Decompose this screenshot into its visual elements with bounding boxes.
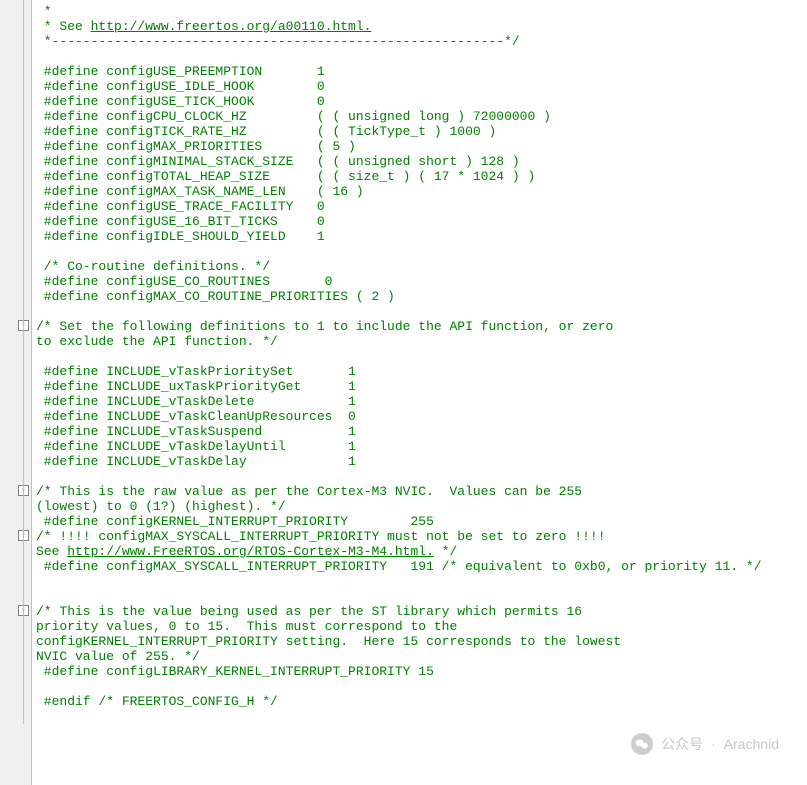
- code-line: #define configKERNEL_INTERRUPT_PRIORITY …: [36, 514, 807, 529]
- code-line: #define configUSE_CO_ROUTINES 0: [36, 274, 807, 289]
- code-gutter: ----: [0, 0, 32, 785]
- code-line: #define configUSE_16_BIT_TICKS 0: [36, 214, 807, 229]
- code-line: #define configCPU_CLOCK_HZ ( ( unsigned …: [36, 109, 807, 124]
- code-line: #define INCLUDE_vTaskCleanUpResources 0: [36, 409, 807, 424]
- code-line: #define INCLUDE_vTaskSuspend 1: [36, 424, 807, 439]
- watermark-label: 公众号: [661, 734, 703, 754]
- code-line: #define configUSE_PREEMPTION 1: [36, 64, 807, 79]
- code-line: #define configIDLE_SHOULD_YIELD 1: [36, 229, 807, 244]
- code-line: #define configUSE_TRACE_FACILITY 0: [36, 199, 807, 214]
- code-line: configKERNEL_INTERRUPT_PRIORITY setting.…: [36, 634, 807, 649]
- code-line: #define configTOTAL_HEAP_SIZE ( ( size_t…: [36, 169, 807, 184]
- code-line: priority values, 0 to 15. This must corr…: [36, 619, 807, 634]
- code-line: * See http://www.freertos.org/a00110.htm…: [36, 19, 807, 34]
- code-line: #define configUSE_TICK_HOOK 0: [36, 94, 807, 109]
- code-line: [36, 244, 807, 259]
- watermark: 公众号 · Arachnid: [631, 733, 779, 755]
- code-line: /* Set the following definitions to 1 to…: [36, 319, 807, 334]
- code-line: #define configLIBRARY_KERNEL_INTERRUPT_P…: [36, 664, 807, 679]
- code-line: #define configMAX_SYSCALL_INTERRUPT_PRIO…: [36, 559, 807, 574]
- code-line: #define configUSE_IDLE_HOOK 0: [36, 79, 807, 94]
- url-link[interactable]: http://www.FreeRTOS.org/RTOS-Cortex-M3-M…: [67, 544, 434, 559]
- code-line: #define INCLUDE_vTaskDelay 1: [36, 454, 807, 469]
- code-line: NVIC value of 255. */: [36, 649, 807, 664]
- code-line: #define configMAX_CO_ROUTINE_PRIORITIES …: [36, 289, 807, 304]
- code-line: *---------------------------------------…: [36, 34, 807, 49]
- wechat-icon: [631, 733, 653, 755]
- code-line: #define configMINIMAL_STACK_SIZE ( ( uns…: [36, 154, 807, 169]
- code-line: /* This is the raw value as per the Cort…: [36, 484, 807, 499]
- code-line: #define INCLUDE_vTaskDelayUntil 1: [36, 439, 807, 454]
- code-line: (lowest) to 0 (1?) (highest). */: [36, 499, 807, 514]
- code-line: #define configMAX_PRIORITIES ( 5 ): [36, 139, 807, 154]
- code-line: #define INCLUDE_vTaskDelete 1: [36, 394, 807, 409]
- code-line: /* This is the value being used as per t…: [36, 604, 807, 619]
- code-line: See http://www.FreeRTOS.org/RTOS-Cortex-…: [36, 544, 807, 559]
- fold-guide: [23, 0, 24, 724]
- code-line: #define INCLUDE_vTaskPrioritySet 1: [36, 364, 807, 379]
- code-line: *: [36, 4, 807, 19]
- code-line: #define configMAX_TASK_NAME_LEN ( 16 ): [36, 184, 807, 199]
- code-line: [36, 49, 807, 64]
- code-line: [36, 349, 807, 364]
- code-line: to exclude the API function. */: [36, 334, 807, 349]
- code-area: * * See http://www.freertos.org/a00110.h…: [32, 0, 807, 785]
- watermark-sep: ·: [711, 736, 716, 752]
- watermark-name: Arachnid: [724, 736, 779, 752]
- code-line: #define INCLUDE_uxTaskPriorityGet 1: [36, 379, 807, 394]
- code-line: [36, 589, 807, 604]
- code-line: [36, 679, 807, 694]
- code-line: /* !!!! configMAX_SYSCALL_INTERRUPT_PRIO…: [36, 529, 807, 544]
- code-line: #endif /* FREERTOS_CONFIG_H */: [36, 694, 807, 709]
- code-line: [36, 709, 807, 724]
- code-line: [36, 574, 807, 589]
- url-link[interactable]: http://www.freertos.org/a00110.html.: [91, 19, 372, 34]
- code-line: [36, 469, 807, 484]
- code-line: [36, 304, 807, 319]
- code-line: #define configTICK_RATE_HZ ( ( TickType_…: [36, 124, 807, 139]
- code-line: /* Co-routine definitions. */: [36, 259, 807, 274]
